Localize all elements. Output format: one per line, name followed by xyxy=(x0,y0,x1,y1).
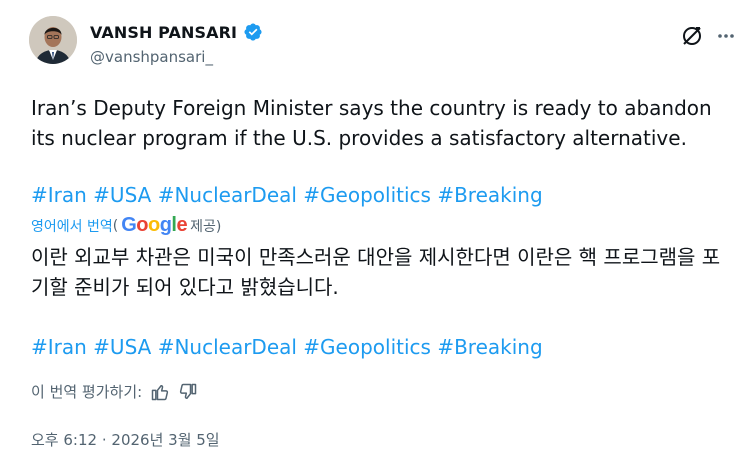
provider-open-paren: ( xyxy=(112,217,119,234)
thumbs-up-icon[interactable] xyxy=(150,382,170,402)
google-logo: Google xyxy=(121,214,188,236)
thumbs-down-icon[interactable] xyxy=(178,382,198,402)
rate-translation-label: 이 번역 평가하기: xyxy=(31,383,143,401)
hashtag-link[interactable]: #Geopolitics xyxy=(303,183,431,207)
author-name[interactable]: VANSH PANSARI xyxy=(90,23,237,42)
avatar[interactable] xyxy=(29,16,77,64)
translated-from-link[interactable]: 영어에서 번역 xyxy=(31,216,113,236)
tweet-text: Iran’s Deputy Foreign Minister says the … xyxy=(31,96,712,150)
translation-attribution: 영어에서 번역 ( Google 제공) xyxy=(31,214,221,237)
hashtag-link[interactable]: #NuclearDeal xyxy=(158,335,297,359)
hashtag-link[interactable]: #USA xyxy=(93,335,151,359)
post-time[interactable]: 오후 6:12 xyxy=(31,431,97,449)
hashtag-link[interactable]: #Iran xyxy=(31,335,87,359)
hashtag-link[interactable]: #Iran xyxy=(31,183,87,207)
author-name-row: VANSH PANSARI xyxy=(90,22,263,42)
grok-icon[interactable] xyxy=(680,24,704,48)
hashtag-link[interactable]: #Breaking xyxy=(437,335,542,359)
time-separator: · xyxy=(101,431,107,449)
hashtag-link[interactable]: #USA xyxy=(93,183,151,207)
translated-hashtags: #Iran #USA #NuclearDeal #Geopolitics #Br… xyxy=(31,332,543,362)
hashtag-link[interactable]: #NuclearDeal xyxy=(158,183,297,207)
tweet-hashtags: #Iran #USA #NuclearDeal #Geopolitics #Br… xyxy=(31,180,543,210)
more-icon[interactable] xyxy=(714,24,738,48)
rate-translation-row: 이 번역 평가하기: xyxy=(31,381,198,402)
hashtag-link[interactable]: #Geopolitics xyxy=(303,335,431,359)
provider-suffix: 제공) xyxy=(190,218,222,235)
post-date[interactable]: 2026년 3월 5일 xyxy=(111,431,219,449)
verified-badge-icon[interactable] xyxy=(243,22,263,42)
tweet-timestamp: 오후 6:12 · 2026년 3월 5일 xyxy=(31,429,220,450)
avatar-photo xyxy=(29,16,77,64)
translated-text: 이란 외교부 차관은 미국이 만족스러운 대안을 제시한다면 이란은 핵 프로그… xyxy=(31,245,721,299)
hashtag-link[interactable]: #Breaking xyxy=(437,183,542,207)
author-handle[interactable]: @vanshpansari_ xyxy=(90,48,213,66)
